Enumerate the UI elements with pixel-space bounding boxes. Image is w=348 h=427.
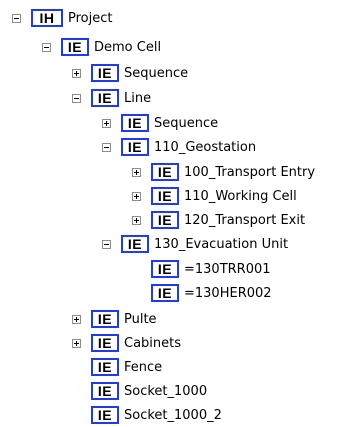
tree-node-label: Socket_1000_2 bbox=[124, 407, 222, 423]
tree-node-label: Line bbox=[124, 90, 152, 106]
tree-node-line[interactable]: IE Line bbox=[72, 86, 151, 110]
tree-node-label: Pulte bbox=[124, 311, 157, 327]
tree-node-sequence[interactable]: IE Sequence bbox=[72, 61, 188, 85]
tree-node-label: Project bbox=[68, 10, 113, 26]
collapse-icon[interactable] bbox=[12, 13, 21, 23]
tree-node-130-evacuation-unit[interactable]: IE 130_Evacuation Unit bbox=[102, 232, 288, 256]
expand-icon[interactable] bbox=[132, 191, 141, 201]
tree-node-label: 100_Transport Entry bbox=[184, 164, 316, 180]
tree-node-130her002[interactable]: IE =130HER002 bbox=[132, 281, 272, 305]
ie-badge-icon: IE bbox=[91, 310, 119, 328]
tree-node-label: Sequence bbox=[154, 115, 219, 131]
tree-node-label: Socket_1000 bbox=[124, 383, 208, 399]
tree-node-demo-cell[interactable]: IE Demo Cell bbox=[42, 35, 161, 59]
expand-icon[interactable] bbox=[72, 338, 81, 348]
expand-icon[interactable] bbox=[72, 68, 81, 78]
tree-node-label: 130_Evacuation Unit bbox=[154, 236, 289, 252]
tree-node-label: 110_Working Cell bbox=[184, 188, 297, 204]
expand-icon[interactable] bbox=[102, 118, 111, 128]
tree-node-label: 120_Transport Exit bbox=[184, 212, 306, 228]
collapse-icon[interactable] bbox=[42, 42, 51, 52]
tree-node-label: =130TRR001 bbox=[184, 261, 271, 277]
tree-node-label: Sequence bbox=[124, 65, 189, 81]
ie-badge-icon: IE bbox=[151, 260, 179, 278]
tree-node-cabinets[interactable]: IE Cabinets bbox=[72, 331, 181, 355]
tree-node-110-geostation[interactable]: IE 110_Geostation bbox=[102, 135, 256, 159]
collapse-icon[interactable] bbox=[102, 239, 111, 249]
ie-badge-icon: IE bbox=[91, 334, 119, 352]
ie-badge-icon: IE bbox=[151, 284, 179, 302]
tree-node-label: Fence bbox=[124, 359, 163, 375]
tree-node-line-sequence[interactable]: IE Sequence bbox=[102, 111, 218, 135]
expand-icon[interactable] bbox=[72, 314, 81, 324]
ih-badge-icon: IH bbox=[31, 9, 63, 27]
ie-badge-icon: IE bbox=[91, 89, 119, 107]
tree-node-pulte[interactable]: IE Pulte bbox=[72, 307, 157, 331]
tree-node-120-transport-exit[interactable]: IE 120_Transport Exit bbox=[132, 208, 305, 232]
collapse-icon[interactable] bbox=[72, 93, 81, 103]
ie-badge-icon: IE bbox=[91, 358, 119, 376]
tree-node-project[interactable]: IH Project bbox=[12, 6, 112, 30]
expand-icon[interactable] bbox=[132, 215, 141, 225]
ie-badge-icon: IE bbox=[121, 235, 149, 253]
expand-icon[interactable] bbox=[132, 167, 141, 177]
ie-badge-icon: IE bbox=[91, 406, 119, 424]
tree-node-socket-1000[interactable]: IE Socket_1000 bbox=[72, 379, 207, 403]
collapse-icon[interactable] bbox=[102, 142, 111, 152]
ie-badge-icon: IE bbox=[91, 64, 119, 82]
tree-node-100-transport-entry[interactable]: IE 100_Transport Entry bbox=[132, 160, 315, 184]
tree-node-110-working-cell[interactable]: IE 110_Working Cell bbox=[132, 184, 297, 208]
ie-badge-icon: IE bbox=[121, 114, 149, 132]
hierarchy-tree: IH Project IE Demo Cell IE Sequence IE L… bbox=[0, 0, 348, 425]
ie-badge-icon: IE bbox=[121, 138, 149, 156]
ie-badge-icon: IE bbox=[61, 38, 89, 56]
tree-node-label: 110_Geostation bbox=[154, 139, 257, 155]
ie-badge-icon: IE bbox=[91, 382, 119, 400]
tree-node-label: Demo Cell bbox=[94, 39, 162, 55]
tree-node-130trr001[interactable]: IE =130TRR001 bbox=[132, 257, 271, 281]
tree-node-fence[interactable]: IE Fence bbox=[72, 355, 162, 379]
ie-badge-icon: IE bbox=[151, 163, 179, 181]
ie-badge-icon: IE bbox=[151, 187, 179, 205]
tree-node-label: Cabinets bbox=[124, 335, 182, 351]
ie-badge-icon: IE bbox=[151, 211, 179, 229]
tree-node-socket-1000-2[interactable]: IE Socket_1000_2 bbox=[72, 403, 222, 427]
tree-node-label: =130HER002 bbox=[184, 285, 272, 301]
